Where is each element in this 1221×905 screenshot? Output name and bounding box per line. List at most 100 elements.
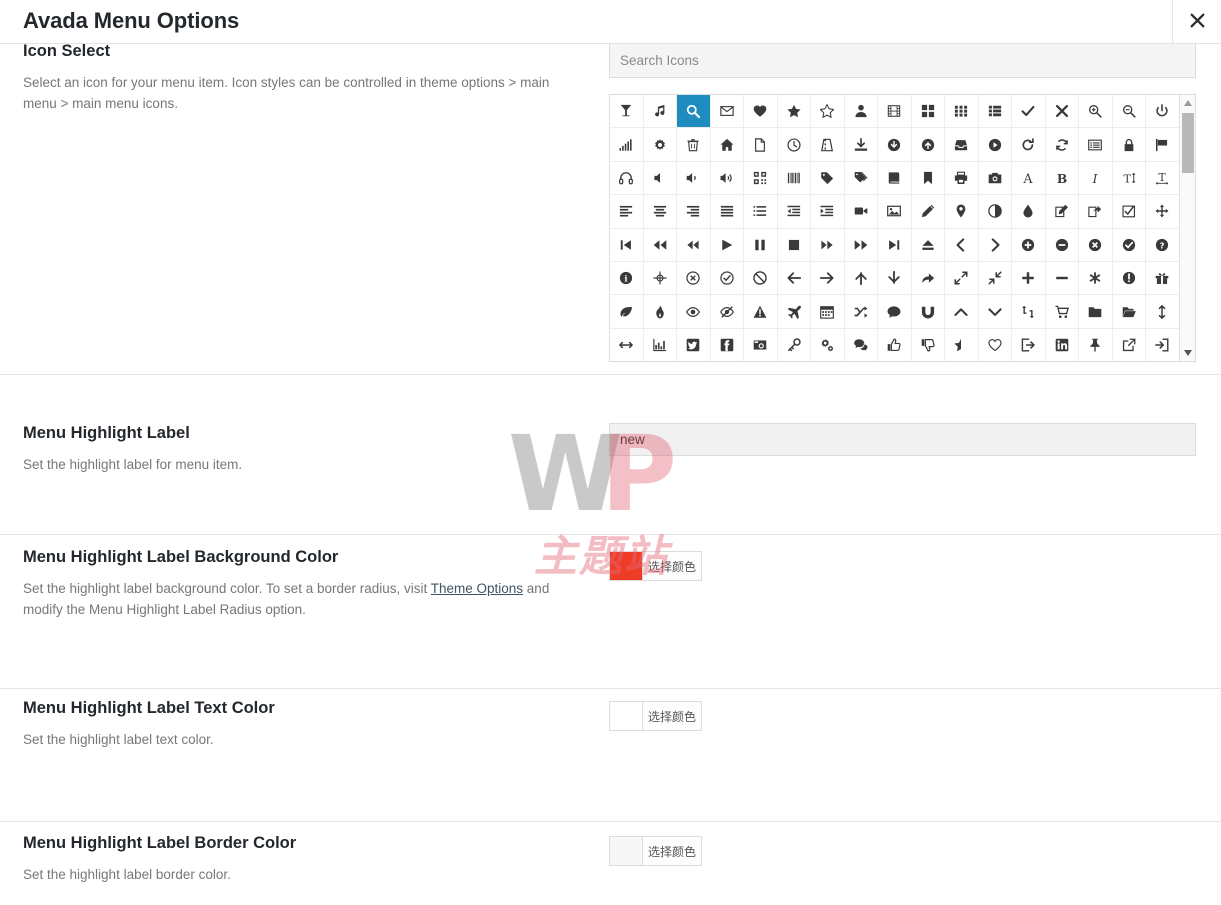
star-half-icon[interactable] [945, 328, 979, 361]
check-icon[interactable] [1012, 95, 1046, 129]
star-icon[interactable] [777, 95, 811, 129]
adjust-icon[interactable] [978, 195, 1012, 229]
video-camera-icon[interactable] [844, 195, 878, 229]
inbox-icon[interactable] [945, 128, 979, 162]
info-circle-icon[interactable]: i [610, 261, 644, 296]
icon-grid[interactable]: A B I T T? i [610, 95, 1180, 361]
asterisk-icon[interactable] [1079, 261, 1113, 296]
bar-chart-icon[interactable] [643, 328, 677, 361]
align-right-icon[interactable] [677, 195, 711, 229]
download-icon[interactable] [844, 128, 878, 162]
film-icon[interactable] [878, 95, 912, 129]
font-icon[interactable]: A [1012, 161, 1046, 196]
magnet-icon[interactable] [911, 295, 945, 329]
flag-icon[interactable] [1146, 128, 1180, 162]
camera-retro-icon[interactable] [744, 328, 778, 361]
theme-options-link[interactable]: Theme Options [431, 581, 523, 596]
road-icon[interactable] [811, 128, 845, 162]
fire-icon[interactable] [643, 295, 677, 329]
key-icon[interactable] [777, 328, 811, 361]
color-picker-background[interactable]: 选择颜色 [609, 551, 702, 581]
arrow-up-icon[interactable] [844, 261, 878, 296]
step-forward-icon[interactable] [878, 228, 912, 262]
arrow-circle-up-icon[interactable] [911, 128, 945, 162]
indent-icon[interactable] [811, 195, 845, 229]
clock-icon[interactable] [777, 128, 811, 162]
cogs-icon[interactable] [811, 328, 845, 361]
exclamation-circle-icon[interactable] [1112, 261, 1146, 296]
close-button[interactable] [1173, 0, 1221, 44]
align-justify-icon[interactable] [710, 195, 744, 229]
facebook-square-icon[interactable] [710, 328, 744, 361]
file-icon[interactable] [744, 128, 778, 162]
linkedin-square-icon[interactable] [1045, 328, 1079, 361]
external-link-icon[interactable] [1112, 328, 1146, 361]
lock-icon[interactable] [1112, 128, 1146, 162]
check-circle-icon[interactable] [1112, 228, 1146, 262]
trash-icon[interactable] [677, 128, 711, 162]
outdent-icon[interactable] [777, 195, 811, 229]
color-swatch-background[interactable] [610, 552, 643, 580]
volume-down-icon[interactable] [677, 161, 711, 196]
thumb-tack-icon[interactable] [1079, 328, 1113, 361]
signal-icon[interactable] [610, 128, 644, 162]
chevron-left-icon[interactable] [945, 228, 979, 262]
zoom-out-icon[interactable] [1112, 95, 1146, 129]
text-height-icon[interactable]: T [1112, 161, 1146, 196]
cog-icon[interactable] [643, 128, 677, 162]
color-picker-border-label[interactable]: 选择颜色 [643, 837, 701, 865]
pause-icon[interactable] [744, 228, 778, 262]
share-icon[interactable] [911, 261, 945, 296]
heart-icon[interactable] [744, 95, 778, 129]
edit-icon[interactable] [1045, 195, 1079, 229]
italic-icon[interactable]: I [1079, 161, 1113, 196]
retweet-icon[interactable] [1012, 295, 1046, 329]
th-large-icon[interactable] [911, 95, 945, 129]
glass-icon[interactable] [610, 95, 644, 129]
random-icon[interactable] [844, 295, 878, 329]
backward-icon[interactable] [677, 228, 711, 262]
stop-icon[interactable] [777, 228, 811, 262]
folder-icon[interactable] [1079, 295, 1113, 329]
minus-circle-icon[interactable] [1045, 228, 1079, 262]
picture-icon[interactable] [878, 195, 912, 229]
arrow-circle-down-icon[interactable] [878, 128, 912, 162]
eye-slash-icon[interactable] [710, 295, 744, 329]
volume-off-icon[interactable] [643, 161, 677, 196]
arrow-down-icon[interactable] [878, 261, 912, 296]
refresh-icon[interactable] [1045, 128, 1079, 162]
times-circle-o-icon[interactable] [677, 261, 711, 296]
envelope-icon[interactable] [710, 95, 744, 129]
check-square-icon[interactable] [1112, 195, 1146, 229]
arrow-left-icon[interactable] [777, 261, 811, 296]
arrows-h-icon[interactable] [610, 328, 644, 361]
zoom-in-icon[interactable] [1079, 95, 1113, 129]
chevron-right-icon[interactable] [978, 228, 1012, 262]
question-circle-icon[interactable]: ? [1146, 228, 1180, 262]
search-icons-input[interactable] [609, 44, 1196, 78]
calendar-icon[interactable] [811, 295, 845, 329]
repeat-icon[interactable] [1012, 128, 1046, 162]
plus-icon[interactable] [1012, 261, 1046, 296]
color-picker-text[interactable]: 选择颜色 [609, 701, 702, 731]
arrows-icon[interactable] [1146, 195, 1180, 229]
bold-icon[interactable]: B [1045, 161, 1079, 196]
list-icon[interactable] [744, 195, 778, 229]
align-left-icon[interactable] [610, 195, 644, 229]
color-picker-text-label[interactable]: 选择颜色 [643, 702, 701, 730]
eject-icon[interactable] [911, 228, 945, 262]
times-circle-icon[interactable] [1079, 228, 1113, 262]
fast-backward-icon[interactable] [643, 228, 677, 262]
gift-icon[interactable] [1146, 261, 1180, 296]
chevron-down-icon[interactable] [978, 295, 1012, 329]
caret-down-icon[interactable] [1180, 345, 1195, 361]
expand-icon[interactable] [945, 261, 979, 296]
share-square-icon[interactable] [1079, 195, 1113, 229]
tags-icon[interactable] [844, 161, 878, 196]
eye-icon[interactable] [677, 295, 711, 329]
play-circle-icon[interactable] [978, 128, 1012, 162]
compress-icon[interactable] [978, 261, 1012, 296]
camera-icon[interactable] [978, 161, 1012, 196]
leaf-icon[interactable] [610, 295, 644, 329]
th-list-icon[interactable] [978, 95, 1012, 129]
